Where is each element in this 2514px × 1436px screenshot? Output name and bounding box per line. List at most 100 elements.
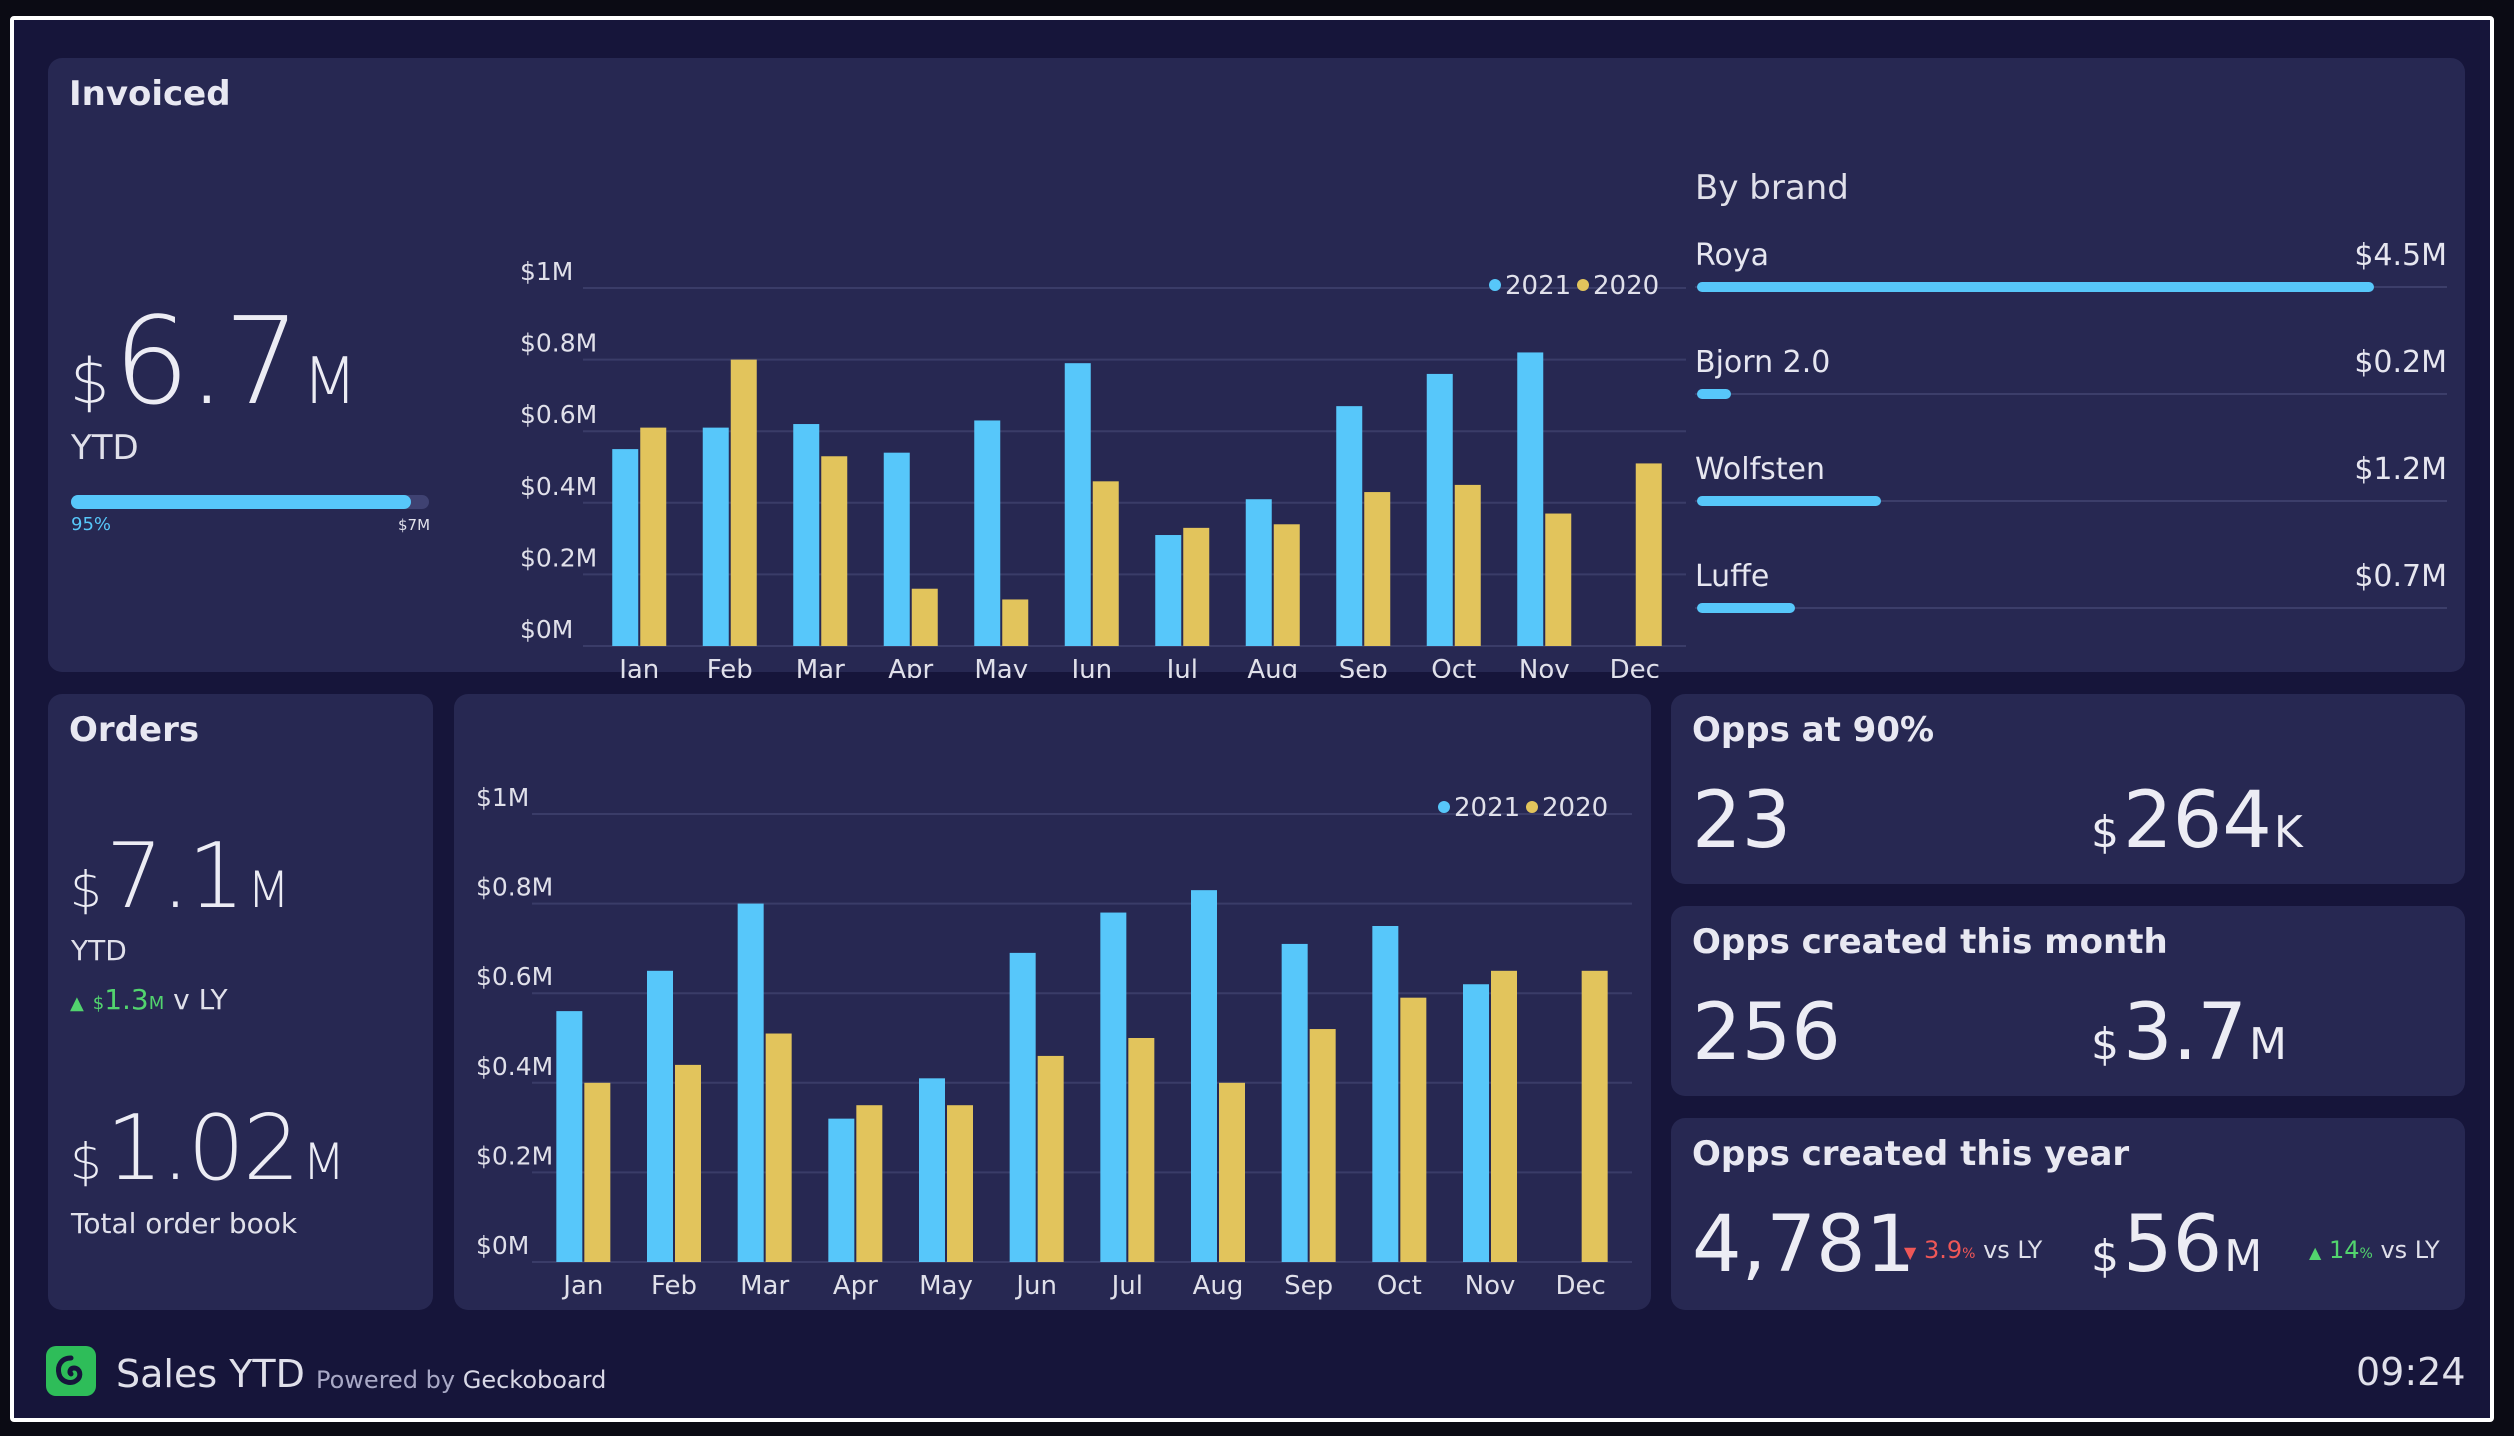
opps-month-value: $3.7M xyxy=(2091,988,2288,1078)
orders-title: Orders xyxy=(69,710,200,750)
bar-2020 xyxy=(1037,1055,1064,1262)
bar-2020 xyxy=(1002,599,1029,646)
invoiced-progress-fill xyxy=(71,495,412,509)
down-arrow-icon: ▼ xyxy=(1904,1243,1917,1262)
x-tick-label: May xyxy=(919,1271,973,1301)
bar-2021 xyxy=(1100,912,1127,1262)
y-tick-label: $0.6M xyxy=(476,962,553,991)
order-book-label: Total order book xyxy=(71,1207,298,1240)
opps-year-title: Opps created this year xyxy=(1692,1134,2130,1174)
bar-2021 xyxy=(919,1078,945,1262)
x-tick-label: May xyxy=(974,655,1028,678)
opps-month-count: 256 xyxy=(1692,988,1841,1078)
footer-powered-by: Powered by Geckoboard xyxy=(316,1366,607,1394)
bar-2021 xyxy=(974,420,1001,646)
opps-year-count: 4,781 xyxy=(1692,1200,1916,1290)
x-tick-label: Jan xyxy=(617,655,659,678)
legend-swatch xyxy=(1489,279,1501,291)
opps-month-panel: Opps created this month 256 $3.7M xyxy=(1671,906,2465,1096)
bar-2020 xyxy=(730,359,757,646)
x-tick-label: Aug xyxy=(1247,655,1298,678)
bar-2021 xyxy=(1463,984,1489,1262)
bar-2021 xyxy=(793,424,820,646)
y-tick-label: $1M xyxy=(520,257,573,286)
y-tick-label: $0.2M xyxy=(520,543,597,572)
x-tick-label: Oct xyxy=(1377,1271,1422,1301)
brand-bar xyxy=(1697,603,1795,613)
bar-2021 xyxy=(1336,406,1363,646)
brand-name: Roya xyxy=(1695,238,1769,273)
bar-2021 xyxy=(1426,373,1453,646)
y-tick-label: $0.8M xyxy=(520,329,597,358)
bar-2020 xyxy=(675,1064,701,1262)
opps-90-count: 23 xyxy=(1692,776,1792,866)
bar-2020 xyxy=(765,1033,792,1262)
geckoboard-logo-icon xyxy=(46,1346,96,1396)
brand-name: Bjorn 2.0 xyxy=(1695,345,1831,380)
up-arrow-icon: ▲ xyxy=(2309,1243,2322,1262)
bar-2021 xyxy=(737,903,764,1262)
bar-2020 xyxy=(1545,513,1572,646)
bar-2021 xyxy=(612,449,639,646)
bar-2020 xyxy=(947,1105,973,1262)
invoiced-progress-track xyxy=(71,495,429,509)
bar-2021 xyxy=(647,970,673,1262)
brand-value: $0.7M xyxy=(2354,559,2447,594)
bar-2020 xyxy=(1454,484,1481,646)
x-tick-label: Jun xyxy=(1069,655,1112,678)
opps-90-value: $264K xyxy=(2091,776,2303,866)
x-tick-label: Sep xyxy=(1284,1271,1333,1301)
x-tick-label: Feb xyxy=(707,655,753,678)
brand-title: By brand xyxy=(1695,168,1849,208)
bar-2020 xyxy=(640,427,667,646)
bar-2021 xyxy=(883,452,910,646)
orders-ytd-value: $7.1M xyxy=(70,824,290,929)
legend-swatch xyxy=(1438,801,1450,813)
bar-2021 xyxy=(1191,890,1217,1262)
brand-value: $1.2M xyxy=(2354,452,2447,487)
bar-2021 xyxy=(1064,363,1091,646)
bar-2021 xyxy=(1517,352,1544,646)
brand-bar xyxy=(1697,496,1882,506)
x-tick-label: Dec xyxy=(1556,1271,1606,1301)
brand-bar-track xyxy=(1695,607,2447,609)
opps-year-panel: Opps created this year 4,781 ▼ 3.9% vs L… xyxy=(1671,1118,2465,1310)
orders-chart-panel: $0M $0.2M $0.4M $0.6M $0.8M $1M Jan Feb Mar Apr Ma… xyxy=(454,694,1651,1310)
bar-2020 xyxy=(821,456,848,646)
orders-panel: Orders $7.1M YTD ▲ $1.3M v LY $1.02M Tot… xyxy=(48,694,433,1310)
y-tick-label: $1M xyxy=(476,783,529,812)
bar-2020 xyxy=(1092,481,1119,646)
invoiced-ytd-value: $6.7M xyxy=(70,293,358,432)
bar-2021 xyxy=(1009,952,1036,1262)
y-tick-label: $0M xyxy=(520,615,573,644)
x-tick-label: Nov xyxy=(1465,1271,1516,1301)
brand-bar xyxy=(1697,282,2374,292)
x-tick-label: Mar xyxy=(796,655,845,678)
footer: Sales YTD Powered by Geckoboard 09:24 xyxy=(14,1332,2490,1418)
bar-2020 xyxy=(1581,970,1608,1262)
bar-2020 xyxy=(1128,1038,1155,1262)
orders-ytd-label: YTD xyxy=(71,934,127,967)
bar-2020 xyxy=(1491,970,1517,1262)
invoiced-ytd-label: YTD xyxy=(71,428,139,468)
legend-swatch xyxy=(1577,279,1589,291)
brand-name: Luffe xyxy=(1695,559,1770,594)
x-tick-label: Dec xyxy=(1610,655,1660,678)
bar-2021 xyxy=(1245,499,1272,646)
bar-2021 xyxy=(1372,926,1399,1262)
brand-bar xyxy=(1697,389,1731,399)
bar-2020 xyxy=(1364,492,1391,646)
x-tick-label: Apr xyxy=(888,655,933,678)
bar-2020 xyxy=(856,1105,883,1262)
brand-name: Wolfsten xyxy=(1695,452,1826,487)
y-tick-label: $0.6M xyxy=(520,400,597,429)
opps-year-value-delta: ▲ 14% vs LY xyxy=(2309,1236,2440,1264)
legend-swatch xyxy=(1526,801,1538,813)
opps-90-title: Opps at 90% xyxy=(1692,710,1935,750)
legend-label: 2021 xyxy=(1454,793,1520,823)
x-tick-label: Mar xyxy=(740,1271,789,1301)
bar-2020 xyxy=(584,1082,611,1262)
bar-2020 xyxy=(1400,997,1427,1262)
bar-2020 xyxy=(1219,1082,1245,1262)
y-tick-label: $0.4M xyxy=(520,472,597,501)
